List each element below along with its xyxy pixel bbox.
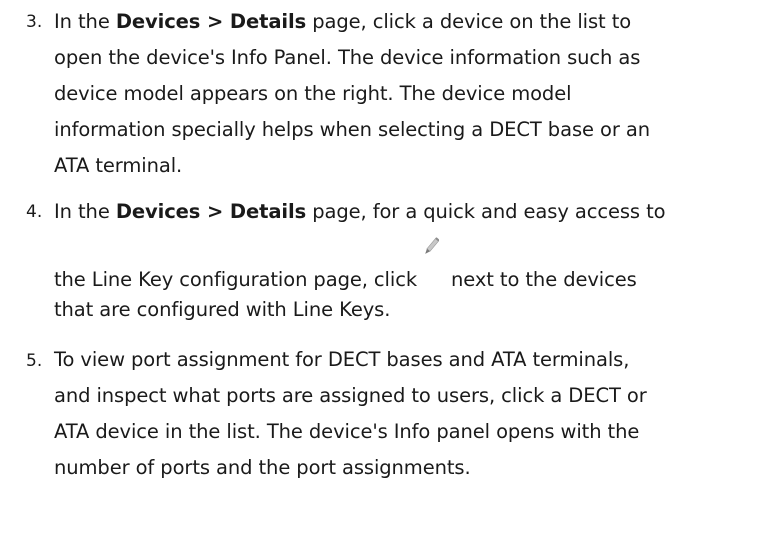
document-page: 3. In the Devices > Details page, click … (0, 0, 757, 560)
line-text: page, for a quick and easy access to (306, 200, 666, 223)
menu-path: Devices > Details (115, 10, 307, 33)
step-number: 4. (26, 202, 43, 222)
pencil-edit-icon[interactable] (417, 237, 451, 286)
step-line: that are configured with Line Keys. (54, 298, 391, 321)
step-line: number of ports and the port assignments… (54, 456, 471, 479)
step-line: In the Devices > Details page, for a qui… (54, 200, 666, 224)
step-line: In the Devices > Details page, click a d… (54, 10, 631, 34)
step-line: the Line Key configuration page, click n… (54, 237, 637, 292)
step-number: 3. (26, 12, 43, 32)
step-line: To view port assignment for DECT bases a… (54, 348, 630, 371)
line-text: In the (54, 200, 116, 223)
step-line: ATA terminal. (54, 154, 183, 177)
step-line: information specially helps when selecti… (54, 118, 650, 141)
step-number: 5. (26, 351, 43, 371)
line-text: In the (54, 10, 116, 33)
step-line: and inspect what ports are assigned to u… (54, 384, 647, 407)
line-text: next to the devices (451, 268, 637, 291)
step-line: open the device's Info Panel. The device… (54, 46, 641, 69)
line-text: the Line Key configuration page, click (54, 268, 418, 291)
step-line: device model appears on the right. The d… (54, 82, 572, 105)
step-line: ATA device in the list. The device's Inf… (54, 420, 640, 443)
line-text: page, click a device on the list to (306, 10, 632, 33)
menu-path: Devices > Details (115, 200, 307, 223)
